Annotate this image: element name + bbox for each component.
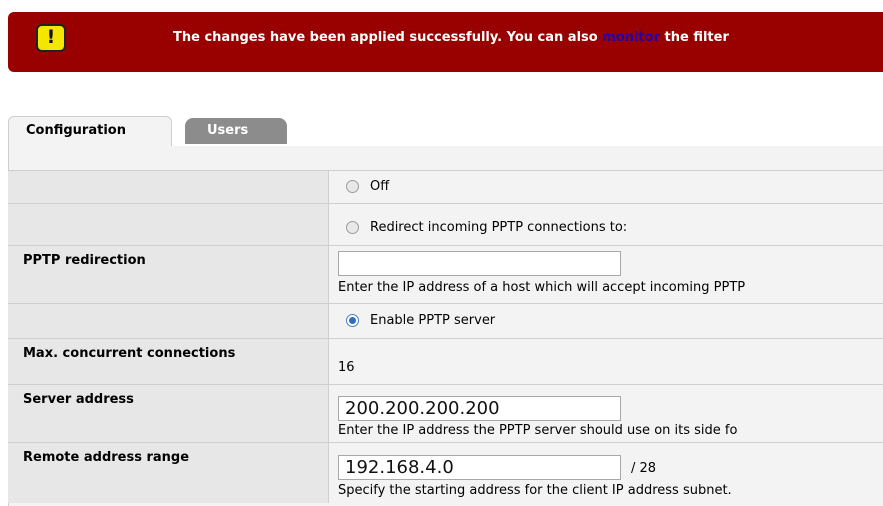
row-server-address: Server address 200.200.200.200 Enter the…	[8, 384, 883, 442]
tab-configuration[interactable]: Configuration	[8, 116, 172, 146]
success-banner: ! The changes have been applied successf…	[8, 12, 883, 72]
remote-range-mask: / 28	[631, 461, 657, 476]
radio-enable-pptp-label: Enable PPTP server	[370, 313, 496, 328]
max-connections-value: 16	[338, 360, 355, 375]
pptp-redirection-hint: Enter the IP address of a host which wil…	[338, 280, 746, 295]
row-max-connections: Max. concurrent connections 16	[8, 338, 883, 384]
row-pptp-redirection: PPTP redirection Enter the IP address of…	[8, 245, 883, 303]
banner-text-after: the filter	[659, 30, 729, 45]
remote-range-label: Remote address range	[8, 443, 329, 503]
max-connections-label: Max. concurrent connections	[8, 339, 329, 384]
tab-bar: Configuration Users	[8, 116, 883, 146]
row-enable-label-cell	[8, 304, 329, 338]
radio-off[interactable]	[346, 180, 359, 193]
pptp-redirection-input[interactable]	[338, 251, 621, 276]
server-address-input[interactable]: 200.200.200.200	[338, 396, 621, 421]
radio-redirect[interactable]	[346, 221, 359, 234]
row-remote-range: Remote address range 192.168.4.0 / 28 Sp…	[8, 442, 883, 503]
row-off-label-cell	[8, 171, 329, 203]
server-address-label: Server address	[8, 385, 329, 442]
warning-icon: !	[36, 24, 66, 52]
row-redirect: Redirect incoming PPTP connections to:	[8, 203, 883, 246]
tab-users[interactable]: Users	[185, 118, 287, 144]
radio-redirect-label: Redirect incoming PPTP connections to:	[370, 220, 628, 235]
radio-enable-pptp[interactable]	[346, 314, 359, 327]
server-address-hint: Enter the IP address the PPTP server sho…	[338, 423, 738, 438]
banner-text-before: The changes have been applied successful…	[173, 30, 603, 45]
remote-range-hint: Specify the starting address for the cli…	[338, 483, 732, 498]
monitor-link[interactable]: monitor	[602, 30, 660, 45]
row-enable: Enable PPTP server	[8, 303, 883, 338]
banner-message: The changes have been applied successful…	[173, 30, 729, 45]
remote-range-input[interactable]: 192.168.4.0	[338, 455, 621, 480]
radio-off-label: Off	[370, 179, 390, 194]
pptp-redirection-label: PPTP redirection	[8, 246, 329, 303]
row-redirect-label-cell	[8, 204, 329, 246]
row-off: Off	[8, 170, 883, 203]
